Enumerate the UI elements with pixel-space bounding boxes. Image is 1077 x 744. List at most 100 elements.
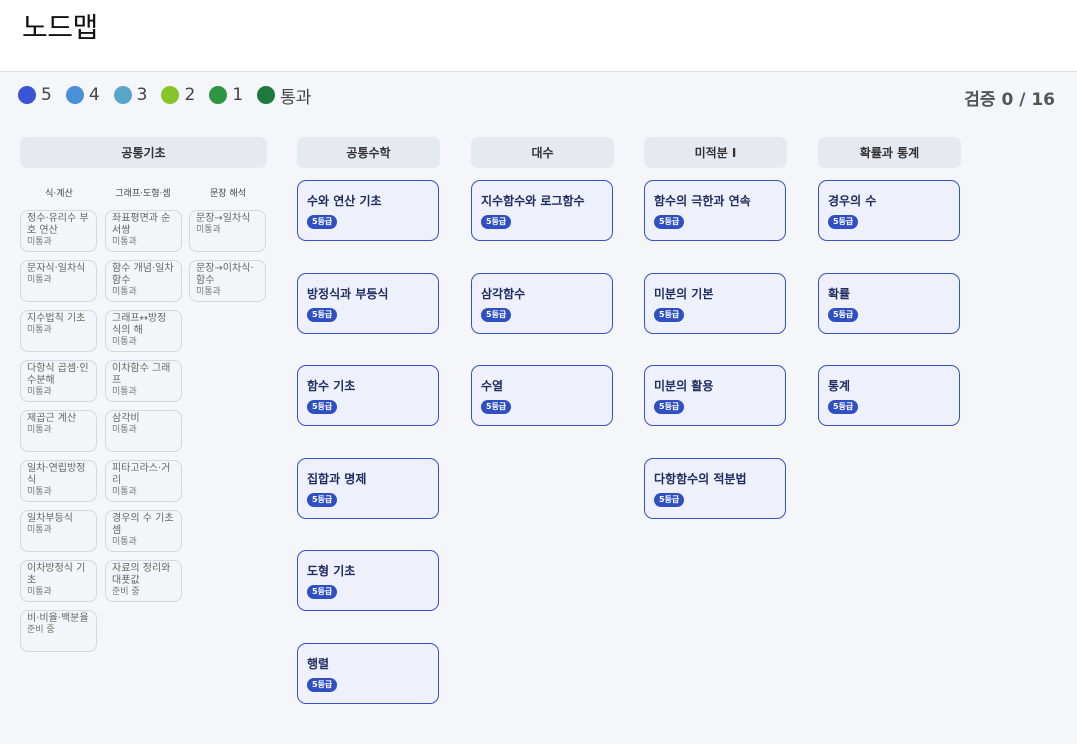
grade-badge: 5등급 [481,400,512,414]
topic-node[interactable]: 통계 5등급 [818,365,960,426]
topic-node[interactable]: 수열 5등급 [471,365,613,426]
grade-badge: 5등급 [828,400,859,414]
legend-item-5: 5 [18,85,52,105]
page-title: 노드맵 [22,11,98,44]
foundation-card[interactable]: 문장→이차식·함수 미통과 [189,260,266,302]
foundation-card-status: 미통과 [27,525,52,535]
topic-node-title: 삼각함수 [481,286,526,301]
foundation-card[interactable]: 일차부등식 미통과 [20,510,97,552]
foundation-card[interactable]: 함수 개념·일차함수 미통과 [105,260,182,302]
grade-5-dot [18,86,36,104]
topic-node-title: 수열 [481,379,504,393]
pass-dot [257,86,276,104]
foundation-card[interactable]: 지수법칙 기초 미통과 [20,310,97,352]
topic-node[interactable]: 미분의 활용 5등급 [644,365,786,426]
foundation-card[interactable]: 이차함수 그래프 미통과 [105,360,182,402]
grade-badge: 5등급 [481,215,512,229]
topic-node-title: 미분의 활용 [654,379,714,393]
foundation-card-status: 미통과 [112,337,137,347]
foundation-card[interactable]: 자료의 정리와 대푯값 준비 중 [105,560,182,602]
topic-node[interactable]: 미분의 기본 5등급 [644,272,786,334]
foundation-card-title: 제곱근 계산 [27,413,77,424]
foundation-card-title: 경우의 수 기초 셈 [112,513,174,536]
grade-2-dot [161,86,180,104]
topic-node-title: 집합과 명제 [307,471,367,486]
foundation-card-title: 일차·연립방정식 [27,463,86,486]
foundation-card[interactable]: 경우의 수 기초 셈 미통과 [105,510,182,552]
legend-label: 5 [41,85,52,105]
legend-item-2: 2 [161,85,195,105]
foundation-card-title: 이차함수 그래프 [112,363,171,386]
topic-node[interactable]: 함수의 극한과 연속 5등급 [644,180,786,241]
topic-node-title: 다항함수의 적분법 [654,471,747,486]
foundation-card[interactable]: 좌표평면과 순서쌍 미통과 [105,210,182,252]
foundation-subheader-calc: 식·계산 [45,189,73,199]
column-header-foundation: 공통기초 [20,137,267,168]
legend-label: 3 [136,85,148,105]
foundation-card-title: 정수·유리수 부호 연산 [27,213,89,236]
grade-badge: 5등급 [654,492,685,507]
foundation-card-status: 미통과 [112,237,137,247]
foundation-card[interactable]: 그래프↔방정식의 해 미통과 [105,310,182,352]
legend-item-4: 4 [65,85,100,105]
foundation-card-status: 미통과 [27,425,52,435]
topic-node[interactable]: 삼각함수 5등급 [471,272,613,334]
topic-node[interactable]: 집합과 명제 5등급 [297,457,439,519]
foundation-card[interactable]: 문장→일차식 미통과 [189,210,266,252]
foundation-card[interactable]: 비·비율·백분율 준비 중 [20,610,97,652]
topic-node[interactable]: 경우의 수 5등급 [818,180,960,241]
foundation-card-title: 문장→일차식 [196,213,251,224]
topic-node[interactable]: 방정식과 부등식 5등급 [297,272,439,334]
topic-node[interactable]: 확률 5등급 [818,272,960,334]
legend-label: 2 [184,85,196,105]
foundation-card-title: 자료의 정리와 대푯값 [112,563,171,586]
topic-node[interactable]: 지수함수와 로그함수 5등급 [471,180,613,241]
column-header-calculus: 미적분 I [644,137,787,168]
legend-item-3: 3 [113,85,148,105]
foundation-card-title: 좌표평면과 순서쌍 [112,213,171,236]
topic-node[interactable]: 수와 연산 기초 5등급 [297,180,439,241]
foundation-card-status: 미통과 [112,425,137,435]
grade-badge: 5등급 [481,307,512,322]
legend-label: 통과 [280,87,312,108]
grade-badge: 5등급 [307,585,338,599]
grade-1-dot [209,86,228,104]
foundation-card[interactable]: 피타고라스·거리 미통과 [105,460,182,502]
topic-node[interactable]: 다항함수의 적분법 5등급 [644,457,786,519]
foundation-card[interactable]: 삼각비 미통과 [105,410,182,452]
foundation-card[interactable]: 정수·유리수 부호 연산 미통과 [20,210,97,252]
foundation-card-status: 미통과 [112,537,137,547]
topic-node[interactable]: 도형 기초 5등급 [297,550,439,611]
topic-node-title: 함수 기초 [307,379,356,393]
legend-item-pass: 통과 [257,83,311,108]
foundation-subheader-reading: 문장 해석 [210,189,246,199]
grade-badge: 5등급 [828,307,859,322]
grade-badge: 5등급 [654,400,685,414]
foundation-card-status: 미통과 [112,387,137,397]
column-header-common-math: 공통수학 [297,137,440,168]
column-header-probability: 확률과 통계 [818,137,961,168]
foundation-card[interactable]: 제곱근 계산 미통과 [20,410,97,452]
topic-node-title: 미분의 기본 [654,286,714,301]
foundation-card-status: 준비 중 [112,587,140,597]
legend-label: 1 [232,85,244,105]
topic-node-title: 지수함수와 로그함수 [481,194,585,208]
foundation-subheader-graph: 그래프·도형·셈 [115,189,171,199]
foundation-card[interactable]: 일차·연립방정식 미통과 [20,460,97,502]
foundation-card-status: 미통과 [196,287,221,297]
topic-node-title: 방정식과 부등식 [307,286,389,301]
foundation-card-title: 함수 개념·일차함수 [112,263,174,286]
topic-node-title: 확률 [828,286,851,301]
foundation-card-status: 미통과 [27,237,52,247]
foundation-card[interactable]: 이차방정식 기초 미통과 [20,560,97,602]
foundation-card[interactable]: 문자식·일차식 미통과 [20,260,97,302]
topic-node-title: 도형 기초 [307,564,356,578]
foundation-card[interactable]: 다항식 곱셈·인수분해 미통과 [20,360,97,402]
topic-node[interactable]: 함수 기초 5등급 [297,365,439,426]
verification-count: 검증 0 / 16 [964,90,1055,110]
foundation-card-title: 다항식 곱셈·인수분해 [27,363,89,386]
topic-node[interactable]: 행렬 5등급 [297,642,439,704]
grade-badge: 5등급 [307,492,338,507]
foundation-card-status: 미통과 [196,225,221,235]
foundation-card-title: 그래프↔방정식의 해 [112,313,167,336]
